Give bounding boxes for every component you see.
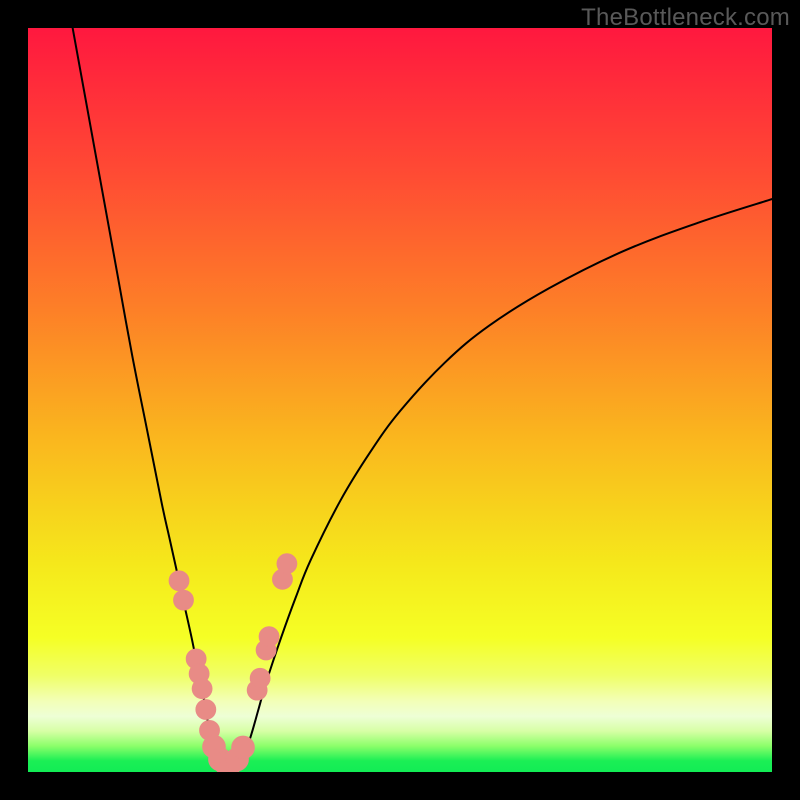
data-marker (192, 679, 212, 699)
data-markers (28, 28, 772, 772)
watermark-label: TheBottleneck.com (581, 4, 790, 32)
bottleneck-chart: TheBottleneck.com (0, 0, 800, 800)
data-marker (250, 668, 270, 688)
data-marker (259, 627, 279, 647)
data-marker (232, 736, 255, 759)
data-marker (196, 700, 216, 720)
plot-area (28, 28, 772, 772)
data-marker (277, 554, 297, 574)
data-marker (174, 590, 194, 610)
data-marker (169, 571, 189, 591)
